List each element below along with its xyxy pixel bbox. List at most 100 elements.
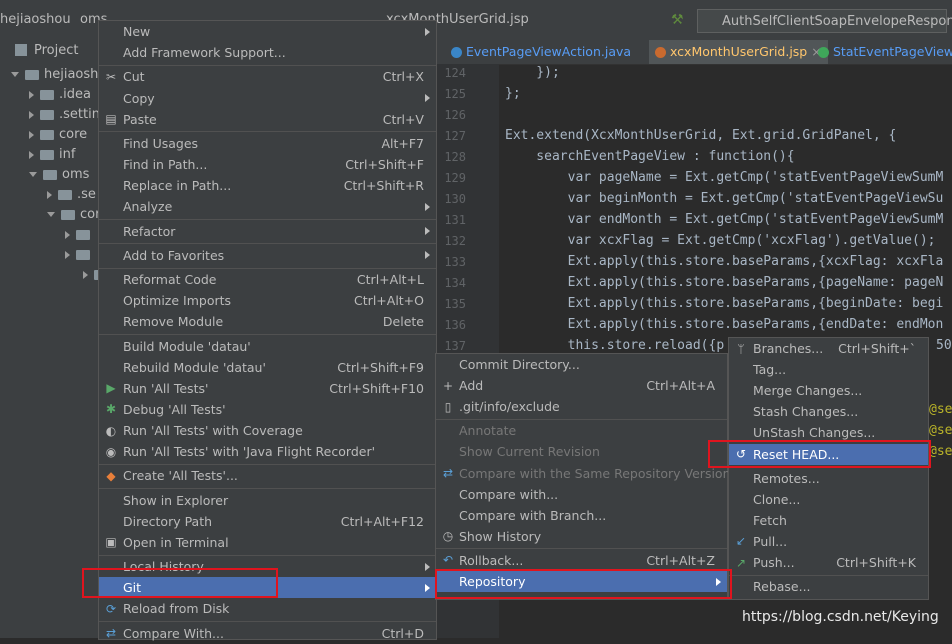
menu-item-directory-path[interactable]: Directory Path Ctrl+Alt+F12 (99, 511, 436, 532)
collapse-arrow-icon[interactable] (29, 90, 34, 99)
collapse-arrow-icon[interactable] (65, 230, 70, 239)
menu-item-rebase[interactable]: Rebase... (729, 576, 928, 597)
collapse-arrow-icon[interactable] (29, 150, 34, 159)
menu-item-shortcut: Ctrl+Alt+A (646, 378, 715, 394)
menu-item-find-usages[interactable]: Find Usages Alt+F7 (99, 133, 436, 154)
collapse-arrow-icon[interactable] (47, 190, 52, 199)
menu-item-tag[interactable]: Tag... (729, 359, 928, 380)
tree-node[interactable]: inf (29, 145, 75, 165)
menu-item-branches[interactable]: ᛘ Branches... Ctrl+Shift+` (729, 338, 928, 359)
folder-icon (40, 109, 54, 120)
menu-item-rollback[interactable]: ↶ Rollback... Ctrl+Alt+Z (436, 550, 727, 571)
menu-item-create-all-tests[interactable]: ◆ Create 'All Tests'... (99, 465, 436, 486)
menu-item-fetch[interactable]: Fetch (729, 510, 928, 531)
menu-item-paste[interactable]: ▤ Paste Ctrl+V (99, 109, 436, 130)
file-icon: ▯ (444, 399, 452, 414)
menu-item-run-all-tests-with-java-flight-recorder[interactable]: ◉ Run 'All Tests' with 'Java Flight Recor… (99, 441, 436, 462)
tree-node[interactable]: .idea (29, 85, 91, 105)
menu-item-label: Branches... (753, 341, 824, 356)
compare-icon: ⇄ (105, 626, 117, 641)
editor-tab[interactable]: xcxMonthUserGrid.jsp × (649, 40, 828, 64)
menu-item-label: Debug 'All Tests' (123, 401, 226, 417)
menu-item-compare-with-branch[interactable]: Compare with Branch... (436, 505, 727, 526)
menu-item-commit-directory[interactable]: Commit Directory... (436, 354, 727, 375)
run-configuration-dropdown[interactable]: AuthSelfClientSoapEnvelopeResponse (697, 9, 952, 33)
menu-item-shortcut: Ctrl+Shift+` (838, 341, 916, 356)
breadcrumb-project[interactable]: hejiaoshou (0, 12, 71, 27)
menu-item-stash-changes[interactable]: Stash Changes... (729, 401, 928, 422)
menu-item-optimize-imports[interactable]: Optimize Imports Ctrl+Alt+O (99, 290, 436, 311)
folder-icon (76, 229, 90, 240)
tree-node[interactable]: .settin (29, 105, 100, 125)
menu-item-pull[interactable]: ↙ Pull... (729, 531, 928, 552)
menu-item-run-all-tests-with-coverage[interactable]: ◐ Run 'All Tests' with Coverage (99, 420, 436, 441)
editor-tab-label: EventPageViewAction.java (466, 44, 632, 59)
submenu-arrow-icon (425, 562, 430, 571)
submenu-arrow-icon (425, 94, 430, 103)
project-panel-header[interactable]: Project (7, 40, 100, 64)
menu-item-shortcut: Ctrl+Alt+F12 (340, 513, 424, 529)
build-hammer-icon[interactable]: ⚒ (671, 12, 684, 28)
menu-item-reload-from-disk[interactable]: ⟳ Reload from Disk (99, 598, 436, 619)
terminal-icon: ▣ (105, 535, 117, 550)
menu-item-rebuild-module-datau[interactable]: Rebuild Module 'datau' Ctrl+Shift+F9 (99, 357, 436, 378)
run-configuration-label: AuthSelfClientSoapEnvelopeResponse (722, 14, 952, 29)
menu-item-label: Compare with Branch... (459, 507, 607, 523)
menu-item-label: Commit Directory... (459, 357, 580, 372)
menu-item-label: Pull... (753, 533, 788, 549)
menu-item-label: Remotes... (753, 470, 820, 486)
menu-item-label: Fetch (753, 512, 787, 528)
line-number: 137 (444, 339, 466, 353)
menu-item-add[interactable]: + Add Ctrl+Alt+A (436, 375, 727, 396)
submenu-arrow-icon (425, 202, 430, 211)
menu-item-show-history[interactable]: ◷ Show History (436, 526, 727, 547)
menu-item-push[interactable]: ↗ Push... Ctrl+Shift+K (729, 552, 928, 573)
collapse-arrow-icon[interactable] (29, 110, 34, 119)
tree-node[interactable]: oms (29, 165, 89, 185)
menu-item-open-in-terminal[interactable]: ▣ Open in Terminal (99, 532, 436, 553)
tree-node[interactable]: core (29, 125, 87, 145)
compare-icon: ⇄ (442, 466, 454, 481)
editor-tab[interactable]: EventPageViewAction.java (445, 40, 637, 64)
menu-item-run-all-tests[interactable]: ▶ Run 'All Tests' Ctrl+Shift+F10 (99, 378, 436, 399)
menu-item-debug-all-tests[interactable]: ✱ Debug 'All Tests' (99, 399, 436, 420)
menu-item-add-framework-support[interactable]: Add Framework Support... (99, 42, 436, 63)
menu-item-analyze[interactable]: Analyze (99, 196, 436, 217)
menu-item-merge-changes[interactable]: Merge Changes... (729, 380, 928, 401)
menu-item-new[interactable]: New (99, 21, 436, 42)
collapse-arrow-icon[interactable] (83, 270, 88, 279)
editor-tab[interactable]: StatEventPageView (812, 40, 952, 64)
project-tree[interactable]: hejiaoshou .idea .settin core inf oms .se cor (7, 64, 115, 638)
expand-arrow-icon[interactable] (47, 212, 55, 217)
menu-item-show-in-explorer[interactable]: Show in Explorer (99, 490, 436, 511)
menu-item-refactor[interactable]: Refactor (99, 221, 436, 242)
menu-item-label: Build Module 'datau' (123, 338, 251, 354)
menu-item-cut[interactable]: ✂ Cut Ctrl+X (99, 66, 436, 87)
code-line: Ext.apply(this.store.baseParams,{xcxFlag… (505, 254, 944, 269)
menu-item-remotes[interactable]: Remotes... (729, 468, 928, 489)
menu-item-compare-with[interactable]: ⇄ Compare With... Ctrl+D (99, 623, 436, 644)
folder-icon (43, 169, 57, 180)
expand-arrow-icon[interactable] (11, 72, 19, 77)
menu-item-find-in-path[interactable]: Find in Path... Ctrl+Shift+F (99, 154, 436, 175)
menu-item-compare-with[interactable]: Compare with... (436, 484, 727, 505)
menu-item-copy[interactable]: Copy (99, 88, 436, 109)
menu-item-reformat-code[interactable]: Reformat Code Ctrl+Alt+L (99, 269, 436, 290)
menu-item-label: Add to Favorites (123, 247, 225, 263)
expand-arrow-icon[interactable] (29, 172, 37, 177)
menu-item-remove-module[interactable]: Remove Module Delete (99, 311, 436, 332)
line-number: 131 (444, 213, 466, 227)
menu-item-clone[interactable]: Clone... (729, 489, 928, 510)
menu-item-add-to-favorites[interactable]: Add to Favorites (99, 245, 436, 266)
tree-node-label: .settin (59, 107, 100, 122)
menu-item-build-module-datau[interactable]: Build Module 'datau' (99, 336, 436, 357)
tree-node[interactable] (65, 225, 95, 245)
tree-node[interactable]: .se (47, 185, 96, 205)
menu-item-git-info-exclude[interactable]: ▯ .git/info/exclude (436, 396, 727, 417)
collapse-arrow-icon[interactable] (29, 130, 34, 139)
tree-node[interactable] (65, 245, 95, 265)
menu-item-replace-in-path[interactable]: Replace in Path... Ctrl+Shift+R (99, 175, 436, 196)
collapse-arrow-icon[interactable] (65, 250, 70, 259)
menu-item-label: Create 'All Tests'... (123, 468, 238, 484)
tree-node[interactable]: cor (47, 205, 100, 225)
